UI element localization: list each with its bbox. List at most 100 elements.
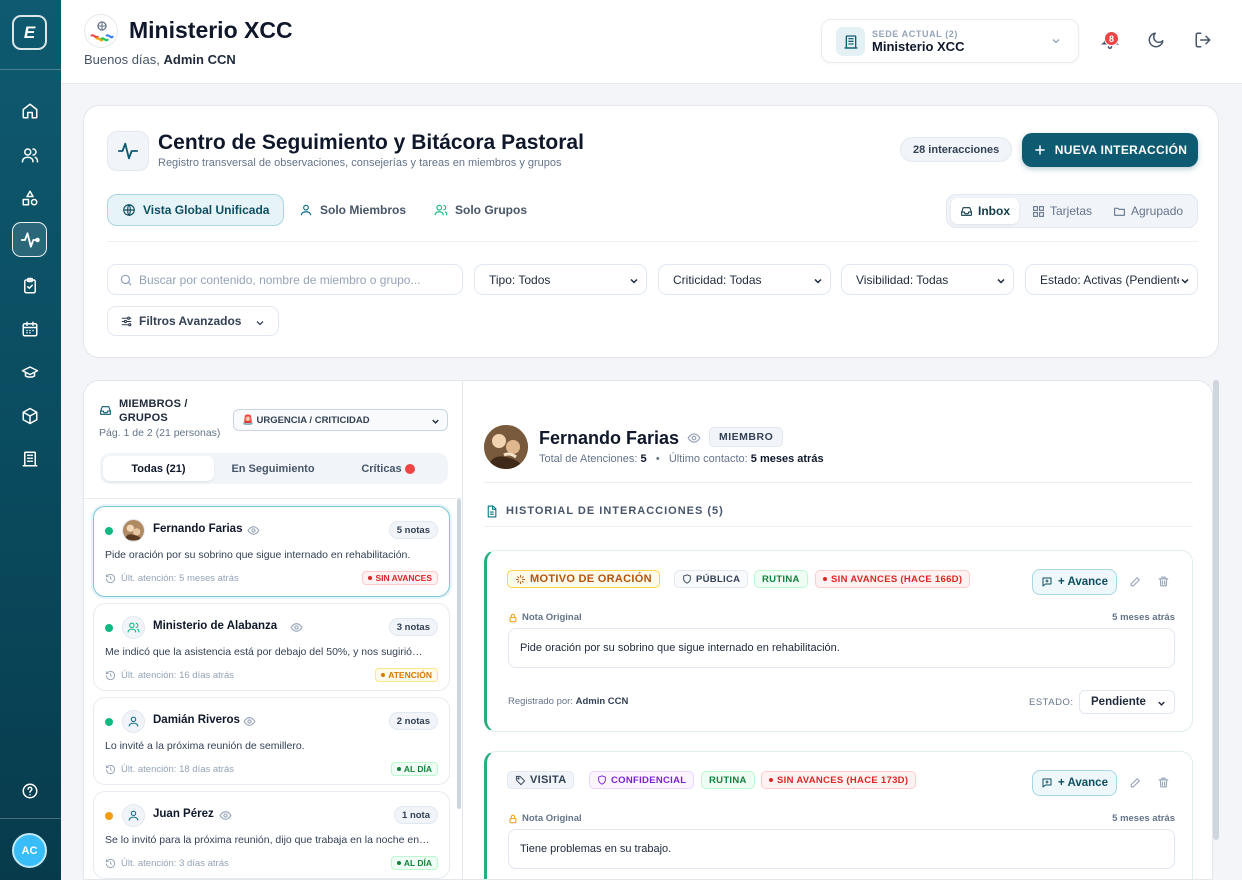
list-item[interactable]: Ministerio de Alabanza 3 notas Me indicó… <box>93 603 450 691</box>
add-progress-button[interactable]: + Avance <box>1032 770 1117 796</box>
detail-name: Fernando Farias <box>539 428 680 448</box>
status-badge: AL DÍA <box>390 762 438 776</box>
tracking-center-card: Centro de Seguimiento y Bitácora Pastora… <box>83 105 1219 358</box>
segment-critical[interactable]: Críticas <box>332 456 444 481</box>
inbox-icon <box>961 206 972 216</box>
grid-icon <box>1033 205 1044 217</box>
interaction-card: MOTIVO DE ORACIÓN PÚBLICA RUTINA SIN AVA… <box>484 550 1193 732</box>
status-badge: SIN AVANCES <box>362 571 438 585</box>
category-tag: VISITA <box>507 771 575 789</box>
divider <box>484 526 1193 527</box>
list-scrollbar[interactable] <box>457 499 461 809</box>
filter-visibility-select[interactable]: Visibilidad: Todas <box>841 264 1014 295</box>
item-excerpt: Se lo invitó para la próxima reunión, di… <box>105 834 430 846</box>
search-box <box>107 264 463 295</box>
filter-type-select[interactable]: Tipo: Todos <box>474 264 647 295</box>
tab-members-only[interactable]: Solo Miembros <box>285 194 420 226</box>
clipboard-icon[interactable] <box>12 268 47 303</box>
trash-icon[interactable] <box>1157 776 1170 789</box>
activity-icon <box>107 131 149 171</box>
pencil-icon[interactable] <box>1129 575 1142 588</box>
item-name: Fernando Farias <box>153 523 243 535</box>
eye-icon[interactable] <box>243 715 256 728</box>
search-input[interactable] <box>139 265 454 294</box>
sliders-icon <box>121 316 132 326</box>
building-icon[interactable] <box>12 441 47 476</box>
filter-status-select[interactable]: Estado: Activas (Pendientes <box>1025 264 1198 295</box>
sort-select[interactable]: 🚨 URGENCIA / CRITICIDAD <box>233 409 448 431</box>
chevron-down-icon <box>432 419 439 424</box>
sparkles-icon <box>515 574 526 584</box>
note-time: 5 meses atrás <box>1112 813 1175 824</box>
folder-icon <box>1114 207 1125 216</box>
item-name: Damián Riveros <box>153 714 240 726</box>
shield-icon <box>683 574 691 584</box>
list-item[interactable]: Juan Pérez 1 nota Se lo invitó para la p… <box>93 791 450 879</box>
view-grouped[interactable]: Agrupado <box>1104 198 1192 224</box>
user-avatar[interactable]: AC <box>12 833 47 868</box>
notes-count: 3 notas <box>388 618 438 636</box>
add-progress-button[interactable]: + Avance <box>1032 569 1117 595</box>
note-text: Pide oración por su sobrino que sigue in… <box>508 628 1175 668</box>
groups-icon[interactable] <box>12 180 47 215</box>
tab-groups-only[interactable]: Solo Grupos <box>420 194 541 226</box>
search-icon <box>120 274 132 286</box>
segment-all[interactable]: Todas (21) <box>103 456 214 481</box>
user-icon <box>122 710 145 733</box>
status-select[interactable]: Pendiente <box>1079 690 1175 714</box>
segment-following[interactable]: En Seguimiento <box>218 456 328 481</box>
history-icon <box>105 764 116 775</box>
tab-global-view[interactable]: Vista Global Unificada <box>107 194 285 226</box>
moon-icon[interactable] <box>1145 29 1167 51</box>
eye-icon[interactable] <box>290 621 303 634</box>
home-icon[interactable] <box>12 93 47 128</box>
eye-icon[interactable] <box>687 431 701 445</box>
sidebar-divider <box>0 69 61 70</box>
calendar-icon[interactable] <box>12 311 47 346</box>
sede-value: Ministerio XCC <box>872 39 965 54</box>
status-badge: ATENCIÓN <box>375 668 438 682</box>
list-item[interactable]: Fernando Farias 5 notas Pide oración por… <box>93 506 450 597</box>
sede-label: SEDE ACTUAL (2) <box>872 29 959 39</box>
view-inbox[interactable]: Inbox <box>951 198 1019 224</box>
plus-icon <box>1034 145 1045 155</box>
logout-icon[interactable] <box>1192 29 1214 51</box>
trash-icon[interactable] <box>1157 575 1170 588</box>
pencil-icon[interactable] <box>1129 776 1142 789</box>
divider <box>484 482 1193 483</box>
globe-icon <box>123 204 135 216</box>
top-header: Ministerio XCC Buenos días, Admin CCN SE… <box>61 0 1242 84</box>
critical-dot <box>404 463 415 474</box>
users-icon[interactable] <box>12 137 47 172</box>
eye-icon[interactable] <box>247 524 260 537</box>
item-excerpt: Me indicó que la asistencia está por deb… <box>105 646 423 658</box>
sede-selector[interactable]: SEDE ACTUAL (2) Ministerio XCC <box>821 19 1079 63</box>
app-logo[interactable]: E <box>12 15 47 50</box>
last-attention: Últ. atención: 3 días atrás <box>105 858 229 869</box>
user-icon <box>122 804 145 827</box>
item-name: Ministerio de Alabanza <box>153 620 278 632</box>
notes-count: 5 notas <box>388 521 438 539</box>
activity-icon[interactable] <box>12 222 47 257</box>
new-interaction-button[interactable]: NUEVA INTERACCIÓN <box>1022 133 1198 167</box>
estado-label: ESTADO: <box>1029 697 1074 708</box>
view-cards[interactable]: Tarjetas <box>1023 198 1101 224</box>
package-icon[interactable] <box>12 398 47 433</box>
eye-icon[interactable] <box>219 809 232 822</box>
divider <box>84 498 462 499</box>
org-name: Ministerio XCC <box>129 17 293 43</box>
status-tag: SIN AVANCES (HACE 166D) <box>815 570 971 588</box>
list-item[interactable]: Damián Riveros 2 notas Lo invité a la pr… <box>93 697 450 785</box>
detail-scrollbar[interactable] <box>1213 380 1219 840</box>
help-icon[interactable] <box>12 773 47 808</box>
status-dot <box>105 718 113 726</box>
graduation-cap-icon[interactable] <box>12 355 47 390</box>
sidebar-divider <box>0 818 61 819</box>
chevron-down-icon <box>812 275 824 287</box>
view-switch: Inbox Tarjetas Agrupado <box>946 194 1198 228</box>
file-text-icon <box>487 505 497 518</box>
users-icon <box>434 204 448 216</box>
advanced-filters-button[interactable]: Filtros Avanzados <box>107 306 279 336</box>
filter-criticality-select[interactable]: Criticidad: Todas <box>658 264 831 295</box>
detail-panel: Fernando Farias MIEMBRO Total de Atencio… <box>462 380 1213 880</box>
